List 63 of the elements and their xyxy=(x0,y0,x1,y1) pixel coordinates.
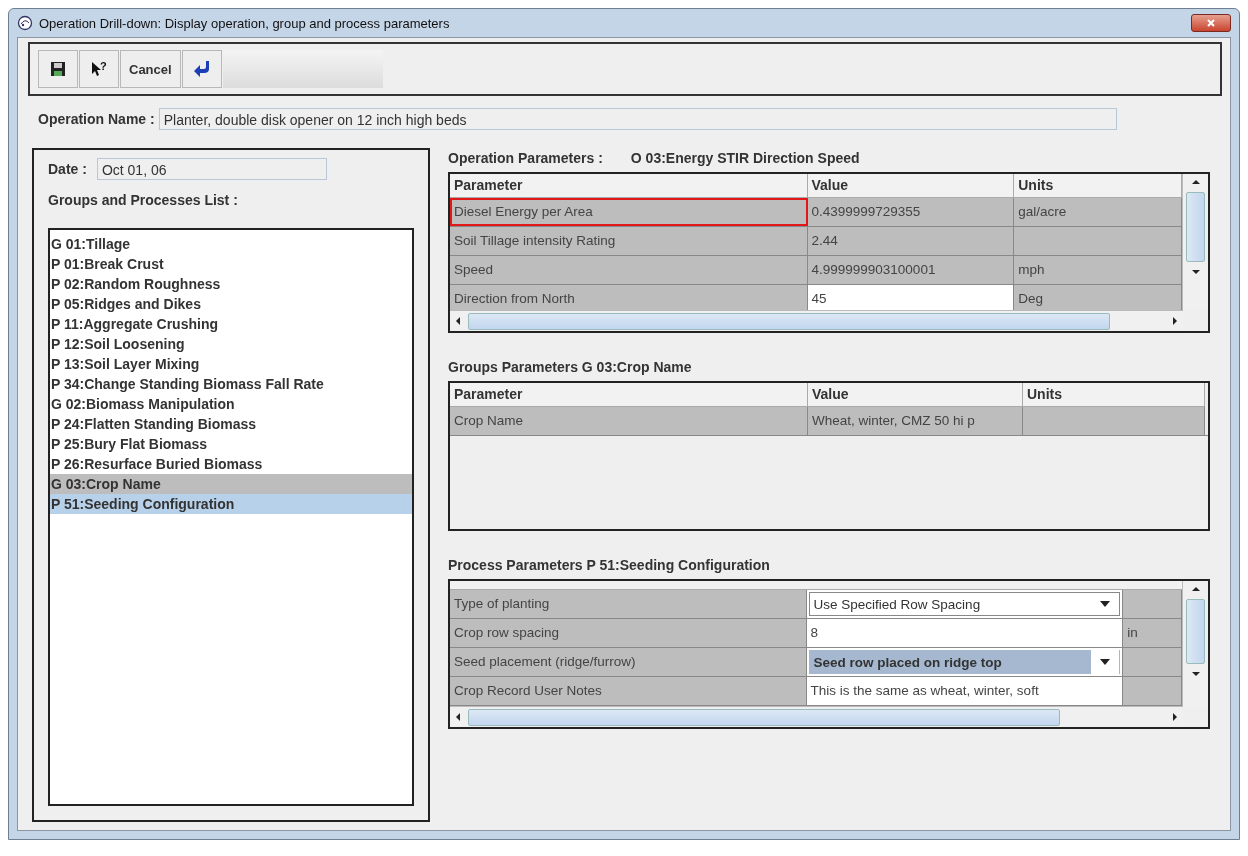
section-heading: Groups Parameters G 03:Crop Name xyxy=(448,359,693,375)
column-header[interactable]: Units xyxy=(1023,383,1205,407)
text-field[interactable]: 8 xyxy=(806,619,1124,647)
table-cell: Crop Record User Notes xyxy=(450,677,807,705)
table-cell: 2.44 xyxy=(807,227,1015,255)
dropdown[interactable]: Use Specified Row Spacing xyxy=(808,592,1121,616)
table-cell: Seed placement (ridge/furrow) xyxy=(450,648,807,676)
section-heading: Operation Parameters : xyxy=(448,150,603,166)
table-cell: Crop Name xyxy=(450,407,808,435)
date-field[interactable]: Oct 01, 06 xyxy=(96,158,327,180)
column-header[interactable]: Parameter xyxy=(450,383,808,407)
list-item[interactable]: P 01:Break Crust xyxy=(50,254,412,274)
return-button[interactable] xyxy=(181,50,222,88)
list-item[interactable]: P 13:Soil Layer Mixing xyxy=(50,354,412,374)
list-item[interactable]: G 01:Tillage xyxy=(50,234,412,254)
operation-name-field[interactable]: Planter, double disk opener on 12 inch high beds xyxy=(158,108,1117,130)
close-icon xyxy=(1206,18,1216,28)
table-cell: Deg xyxy=(1014,285,1183,310)
list-item[interactable]: G 03:Crop Name xyxy=(50,474,412,494)
dropdown[interactable]: Seed row placed on ridge top xyxy=(808,650,1121,674)
list-item[interactable]: P 51:Seeding Configuration xyxy=(50,494,412,514)
list-item[interactable]: G 02:Biomass Manipulation xyxy=(50,394,412,414)
window-title: Operation Drill-down: Display operation, group and process parameters xyxy=(39,15,450,31)
save-button[interactable] xyxy=(38,50,78,88)
text-field[interactable]: 45 xyxy=(807,285,1015,310)
list-item[interactable]: P 12:Soil Loosening xyxy=(50,334,412,354)
table-cell: gal/acre xyxy=(1014,198,1183,226)
table-cell: in xyxy=(1123,619,1183,647)
column-header[interactable]: Value xyxy=(808,383,1023,407)
text-field[interactable]: This is the same as wheat, winter, soft xyxy=(806,677,1124,705)
close-button[interactable] xyxy=(1191,14,1231,32)
vertical-scrollbar[interactable] xyxy=(1182,174,1208,310)
column-header[interactable]: Units xyxy=(1014,174,1183,198)
column-header[interactable]: Parameter xyxy=(450,174,808,198)
table-cell: Crop row spacing xyxy=(450,619,807,647)
table-cell: Speed xyxy=(450,256,808,284)
help-button[interactable]: ? xyxy=(79,50,119,88)
list-item[interactable]: P 02:Random Roughness xyxy=(50,274,412,294)
vertical-scrollbar[interactable] xyxy=(1182,581,1208,706)
operation-name-label: Operation Name : xyxy=(38,111,155,127)
list-item[interactable]: P 34:Change Standing Biomass Fall Rate xyxy=(50,374,412,394)
list-item[interactable]: P 24:Flatten Standing Biomass xyxy=(50,414,412,434)
table-cell: mph xyxy=(1014,256,1183,284)
list-item[interactable]: P 11:Aggregate Crushing xyxy=(50,314,412,334)
horizontal-scrollbar[interactable] xyxy=(450,310,1183,331)
app-icon xyxy=(17,15,33,31)
horizontal-scrollbar[interactable] xyxy=(450,706,1183,727)
table-cell: 0.4399999729355 xyxy=(807,198,1015,226)
list-heading: Groups and Processes List : xyxy=(48,192,239,208)
table-cell: Wheat, winter, CMZ 50 hi p xyxy=(808,407,1023,435)
list-item[interactable]: P 26:Resurface Buried Biomass xyxy=(50,454,412,474)
table-cell: Type of planting xyxy=(450,590,807,618)
table-cell: Direction from North xyxy=(450,285,808,310)
table-cell: 4.999999903100001 xyxy=(807,256,1015,284)
date-label: Date : xyxy=(48,161,87,177)
list-item[interactable]: P 05:Ridges and Dikes xyxy=(50,294,412,314)
section-heading: Process Parameters P 51:Seeding Configuration xyxy=(448,557,771,573)
column-header[interactable]: Value xyxy=(807,174,1015,198)
table-cell: Soil Tillage intensity Rating xyxy=(450,227,808,255)
list-item[interactable]: P 25:Bury Flat Biomass xyxy=(50,434,412,454)
table-cell: Diesel Energy per Area xyxy=(450,198,808,226)
cancel-button[interactable]: Cancel xyxy=(120,50,181,88)
section-subtitle: O 03:Energy STIR Direction Speed xyxy=(630,150,860,166)
